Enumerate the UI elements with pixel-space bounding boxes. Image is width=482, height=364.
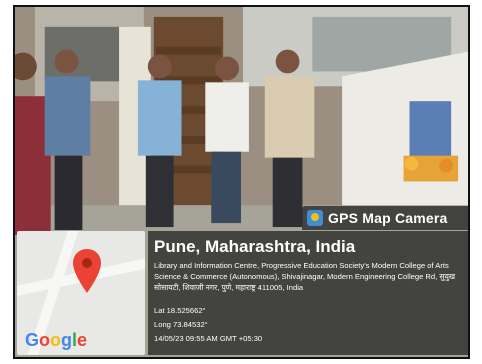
map-thumbnail[interactable]: Google — [17, 231, 145, 355]
location-info-panel: Pune, Maharashtra, India Library and Inf… — [148, 231, 468, 355]
timestamp: 14/05/23 09:55 AM GMT +05:30 — [154, 334, 263, 343]
place-name: Pune, Maharashtra, India — [154, 237, 356, 256]
google-logo-text: Google — [25, 330, 88, 350]
badge-label: GPS Map Camera — [328, 210, 448, 226]
longitude: Long 73.84532° — [154, 320, 208, 329]
photo-frame: Google GPS Map Camera Pune, Maharashtra,… — [13, 5, 470, 359]
camera-app-icon — [307, 210, 323, 226]
latitude: Lat 18.525662° — [154, 306, 206, 315]
google-logo: Google — [25, 330, 87, 351]
address-text: Library and Information Centre, Progress… — [154, 261, 456, 292]
map-pin-icon — [73, 249, 101, 293]
gps-map-camera-badge: GPS Map Camera — [302, 206, 468, 230]
